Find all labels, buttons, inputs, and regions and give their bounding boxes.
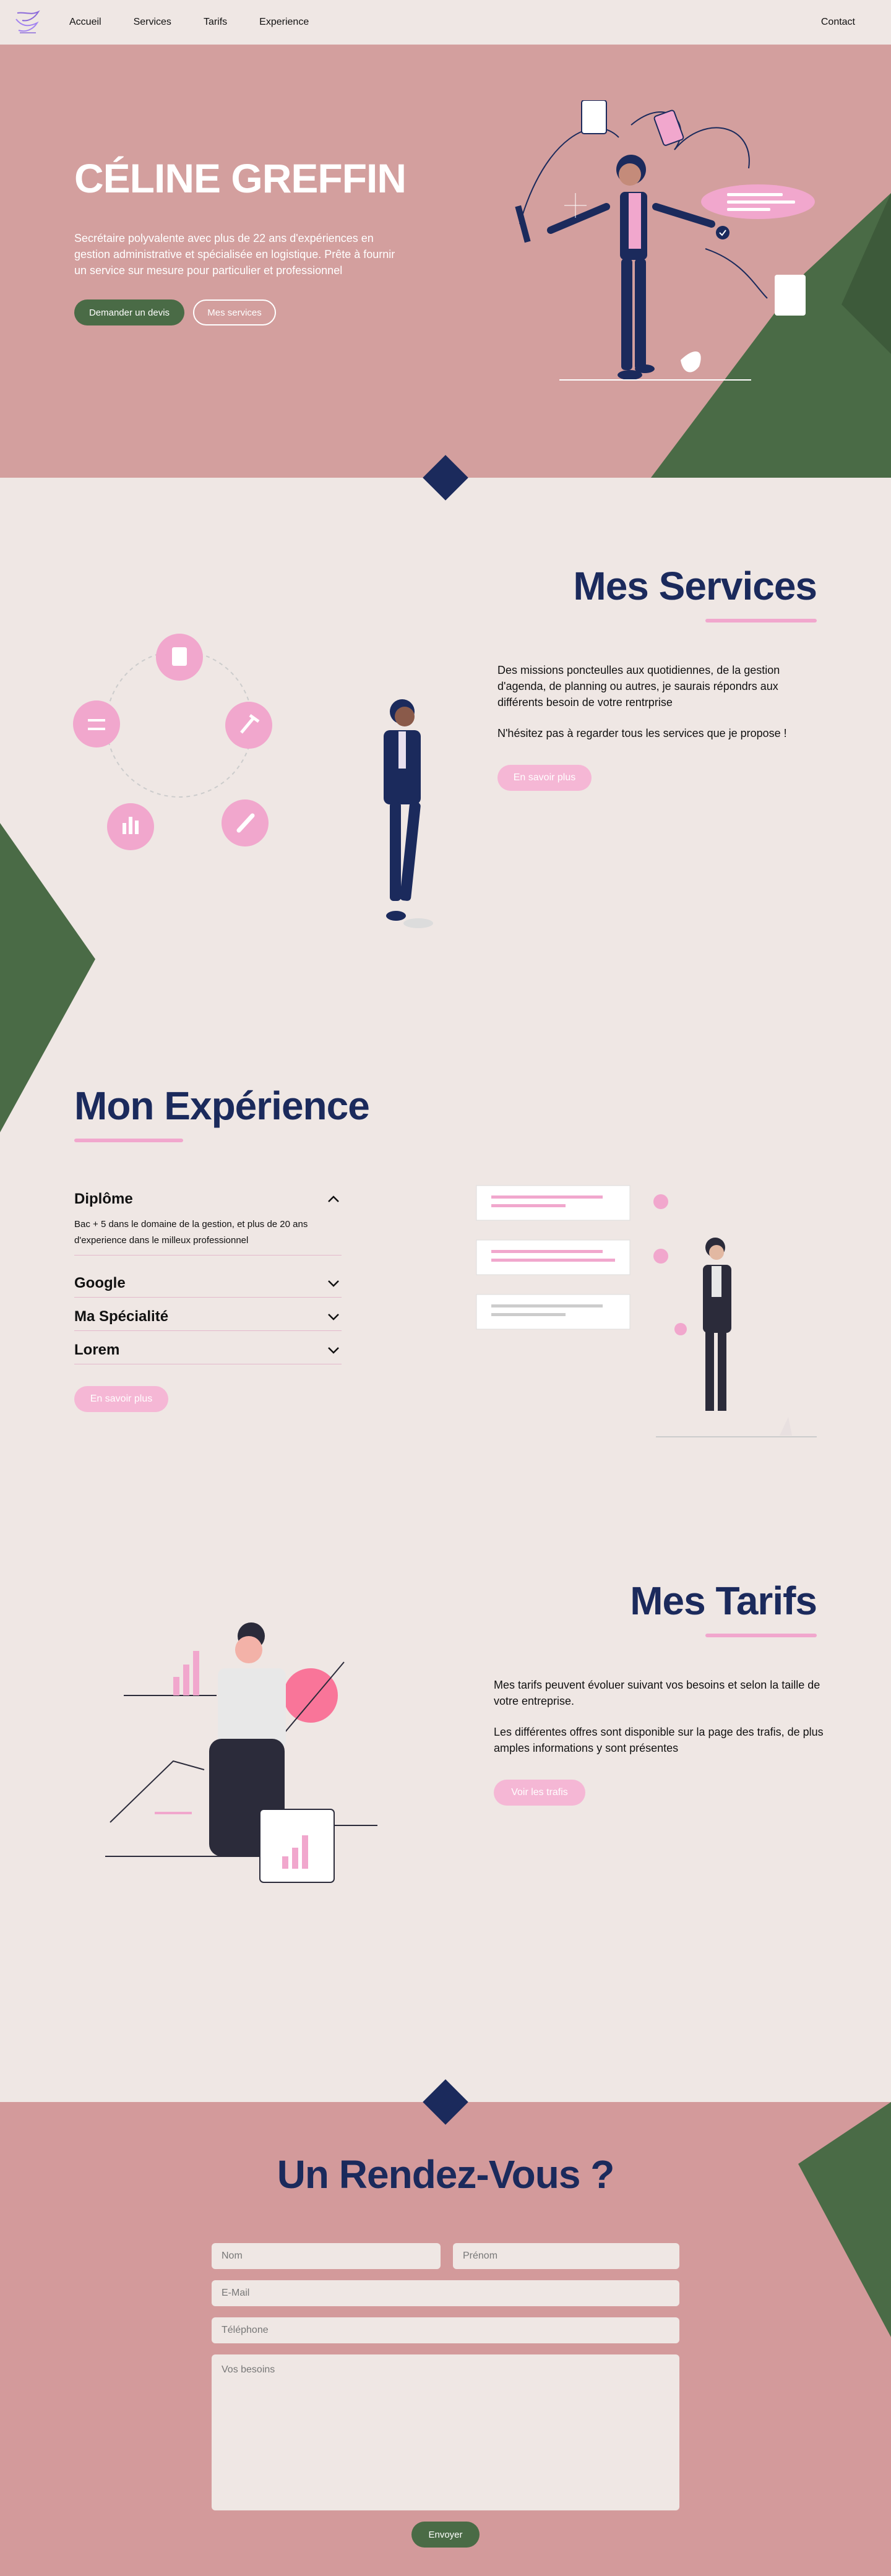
services-paragraph-1: Des missions poncteulles aux quotidienne… (497, 664, 780, 709)
tarifs-button[interactable]: Voir les trafis (494, 1780, 585, 1806)
tarifs-title: Mes Tarifs (630, 1579, 817, 1623)
experience-underline (74, 1139, 183, 1142)
rdv-title: Un Rendez-Vous ? (277, 2152, 615, 2197)
hero-section: CÉLINE GREFFIN Secrétaire polyvalente av… (0, 45, 891, 478)
accordion-title: Diplôme (74, 1191, 133, 1207)
nav-link-services[interactable]: Services (134, 17, 171, 28)
accordion-body: Bac + 5 dans le domaine de la gestion, e… (74, 1219, 308, 1246)
nav-link-experience[interactable]: Experience (259, 17, 309, 28)
hero-text: Secrétaire polyvalente avec plus de 22 a… (74, 232, 395, 277)
services-paragraph-2: N'hésitez pas à regarder tous les servic… (497, 727, 787, 739)
accordion-title: Ma Spécialité (74, 1308, 169, 1325)
accordion-item-specialite: Ma Spécialité (74, 1303, 342, 1331)
services-person-illustration (384, 699, 433, 928)
nav-link-accueil[interactable]: Accueil (69, 17, 101, 28)
accordion-title: Google (74, 1275, 126, 1291)
accordion-item-google: Google (74, 1270, 342, 1298)
logo-icon[interactable] (12, 7, 43, 38)
accordion-title: Lorem (74, 1342, 120, 1358)
accordion-header-specialite[interactable]: Ma Spécialité (74, 1303, 342, 1330)
accordion-item-diplome: Diplôme Bac + 5 dans le domaine de la ge… (74, 1186, 342, 1256)
experience-title: Mon Expérience (74, 1083, 370, 1128)
submit-button[interactable]: Envoyer (411, 2522, 480, 2548)
hero-title: CÉLINE GREFFIN (74, 155, 407, 201)
tarifs-paragraph-1: Mes tarifs peuvent évoluer suivant vos b… (494, 1679, 820, 1707)
chevron-up-icon (328, 1195, 339, 1202)
tarifs-paragraph-2: Les différentes offres sont disponible s… (494, 1726, 824, 1754)
rdv-green-shape (798, 2102, 891, 2337)
navbar: Accueil Services Tarifs Experience Conta… (0, 0, 891, 45)
accordion-header-lorem[interactable]: Lorem (74, 1337, 342, 1364)
services-title: Mes Services (573, 564, 817, 608)
accordion-header-google[interactable]: Google (74, 1270, 342, 1297)
quote-button[interactable]: Demander un devis (74, 299, 184, 325)
services-underline (705, 619, 817, 622)
accordion-header-diplome[interactable]: Diplôme (74, 1186, 342, 1213)
experience-more-button[interactable]: En savoir plus (74, 1386, 168, 1412)
tarifs-underline (705, 1634, 817, 1637)
chevron-down-icon (328, 1314, 339, 1320)
experience-illustration (476, 1185, 817, 1437)
nom-field[interactable] (212, 2243, 441, 2269)
chevron-down-icon (328, 1347, 339, 1354)
telephone-field[interactable] (212, 2317, 679, 2343)
services-button[interactable]: Mes services (193, 299, 276, 325)
services-more-button[interactable]: En savoir plus (497, 765, 592, 791)
nav-links: Accueil Services Tarifs Experience (69, 17, 309, 28)
prenom-field[interactable] (453, 2243, 679, 2269)
tarifs-illustration (105, 1622, 377, 1883)
accordion-item-lorem: Lorem (74, 1337, 342, 1364)
hero-illustration (515, 100, 815, 381)
email-field[interactable] (212, 2280, 679, 2306)
besoins-field[interactable] (212, 2354, 679, 2510)
nav-link-contact[interactable]: Contact (821, 17, 855, 28)
chevron-down-icon (328, 1280, 339, 1287)
rdv-section: Un Rendez-Vous ? Envoyer (0, 2102, 891, 2576)
nav-link-tarifs[interactable]: Tarifs (204, 17, 227, 28)
services-illustration (73, 634, 272, 850)
